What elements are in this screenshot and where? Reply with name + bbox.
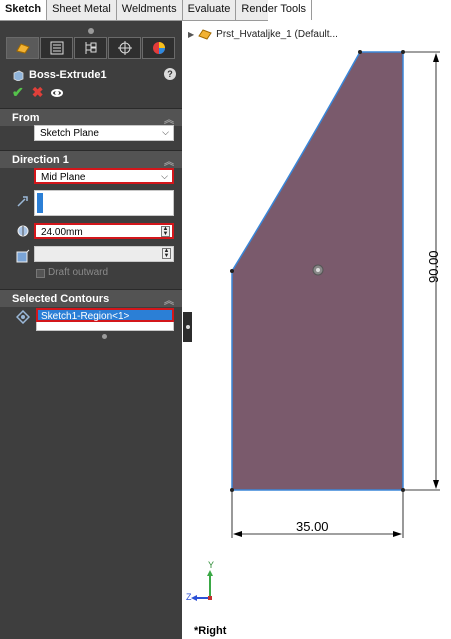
from-start-condition-select[interactable]: Sketch Plane ⌵ — [34, 125, 174, 141]
feature-title-row: Boss-Extrude1 — [12, 67, 107, 83]
x-axis-point — [208, 596, 212, 600]
draft-outward-checkbox[interactable] — [36, 269, 45, 278]
tab-sketch[interactable]: Sketch — [0, 0, 48, 20]
configuration-manager-icon — [85, 42, 96, 54]
chevron-down-icon: ⌵ — [162, 127, 169, 137]
depth-icon — [17, 225, 29, 237]
property-manager-tab[interactable] — [40, 37, 73, 59]
display-manager-icon — [152, 42, 165, 54]
sketch-point[interactable] — [358, 50, 362, 54]
from-start-condition-value: Sketch Plane — [40, 128, 99, 139]
arrow-head — [433, 480, 439, 489]
arrow-head — [433, 53, 439, 62]
collapse-chevron-icon[interactable]: ︽ — [164, 292, 174, 307]
section-from-header[interactable]: From ︽ — [0, 108, 182, 126]
depth-stepper[interactable]: ▲ ▼ — [161, 226, 170, 237]
draft-angle-input[interactable]: ▲ ▼ — [34, 246, 174, 262]
triad-z-label: Z — [186, 592, 192, 602]
draft-on-off-icon[interactable] — [16, 249, 30, 263]
y-axis-arrow — [207, 570, 213, 576]
sketch-point[interactable] — [230, 269, 234, 273]
flyout-feature-tree[interactable]: ▶ Prst_Hvataljke_1 (Default... — [188, 28, 338, 40]
section-selected-contours-label: Selected Contours — [12, 292, 110, 305]
end-condition-value: Mid Plane — [41, 172, 86, 183]
tab-evaluate[interactable]: Evaluate — [183, 0, 237, 20]
section-selected-contours-header[interactable]: Selected Contours ︽ — [0, 289, 182, 307]
selected-contours-icon — [16, 310, 30, 324]
panel-collapse-handle[interactable] — [183, 312, 192, 342]
arrow-head — [233, 531, 242, 537]
part-icon — [198, 29, 212, 40]
depth-input[interactable]: 24.00mm ▲ ▼ — [34, 223, 174, 239]
help-icon[interactable]: ? — [164, 68, 176, 80]
depth-value: 24.00mm — [41, 227, 83, 238]
dimension-width-label[interactable]: 35.00 — [296, 519, 329, 534]
triad-y-label: Y — [208, 560, 215, 570]
sketch-point[interactable] — [401, 50, 405, 54]
panel-grip-handle[interactable] — [88, 28, 94, 34]
section-direction1-header[interactable]: Direction 1 ︽ — [0, 150, 182, 168]
property-manager-icon — [50, 41, 63, 55]
manager-icon-tabs — [6, 37, 176, 59]
contour-item-label: Sketch1-Region<1> — [41, 311, 130, 322]
selection-indicator — [37, 193, 43, 213]
sketch-point[interactable] — [230, 488, 234, 492]
dimension-height-label[interactable]: 90.00 — [426, 250, 441, 283]
display-manager-tab[interactable] — [142, 37, 175, 59]
draft-outward-label: Draft outward — [48, 267, 109, 278]
end-condition-select[interactable]: Mid Plane ⌵ — [34, 168, 174, 184]
graphics-area[interactable] — [192, 40, 451, 595]
tab-render-tools[interactable]: Render Tools — [236, 0, 313, 20]
draft-stepper[interactable]: ▲ ▼ — [162, 248, 171, 259]
collapse-chevron-icon[interactable]: ︽ — [164, 153, 174, 168]
command-manager-tabs: Sketch Sheet Metal Weldments Evaluate Re… — [0, 0, 313, 21]
collapse-chevron-icon[interactable]: ︽ — [164, 111, 174, 126]
feature-manager-tab[interactable] — [6, 37, 39, 59]
preview-eye-icon[interactable] — [51, 88, 64, 97]
feature-title: Boss-Extrude1 — [29, 69, 107, 81]
view-orientation-label: *Right — [194, 625, 227, 637]
configuration-manager-tab[interactable] — [74, 37, 107, 59]
arrow-head — [393, 531, 402, 537]
reverse-direction-icon[interactable] — [16, 194, 30, 208]
chevron-down-icon: ⌵ — [161, 171, 168, 181]
cancel-x-icon[interactable]: ✖ — [32, 84, 44, 101]
contour-list-item[interactable]: Sketch1-Region<1> — [36, 308, 174, 322]
tab-weldments[interactable]: Weldments — [117, 0, 183, 20]
section-direction1-label: Direction 1 — [12, 153, 69, 166]
dimxpert-icon — [117, 41, 132, 55]
ok-check-icon[interactable]: ✔ — [12, 84, 24, 101]
action-buttons: ✔ ✖ — [12, 84, 64, 101]
dimxpert-manager-tab[interactable] — [108, 37, 141, 59]
section-from-label: From — [12, 111, 40, 124]
expand-arrow-icon[interactable]: ▶ — [188, 30, 194, 39]
boss-extrude-icon — [13, 70, 24, 81]
list-resize-grip[interactable] — [102, 334, 107, 339]
origin-center — [316, 268, 320, 272]
direction-reference-box[interactable] — [34, 190, 174, 216]
part-name: Prst_Hvataljke_1 (Default... — [216, 28, 338, 40]
feature-manager-icon — [15, 43, 30, 54]
tab-sheet-metal[interactable]: Sheet Metal — [47, 0, 117, 20]
sketch-point[interactable] — [401, 488, 405, 492]
